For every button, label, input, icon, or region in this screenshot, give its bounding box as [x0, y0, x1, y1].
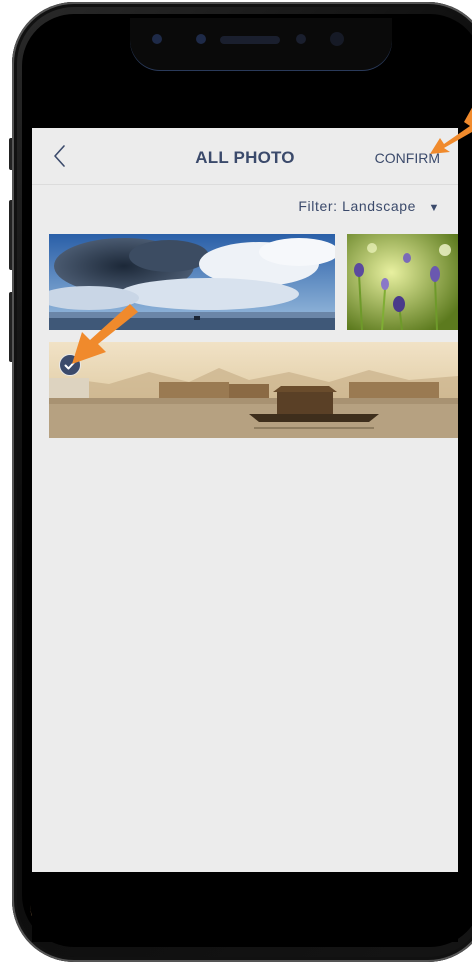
filter-label: Filter:	[298, 198, 338, 214]
front-camera-icon	[152, 34, 162, 44]
navigation-bar: ALL PHOTO CONFIRM	[32, 128, 458, 185]
flowers-image	[347, 234, 458, 330]
selected-badge[interactable]	[59, 354, 81, 376]
filter-dropdown[interactable]: Filter: Landscape ▼	[298, 198, 440, 214]
photo-thumbnail-flowers[interactable]	[347, 234, 458, 330]
phone-notch	[130, 18, 392, 70]
app-screen: ALL PHOTO CONFIRM Filter: Landscape ▼	[32, 128, 458, 872]
sensor-icon	[196, 34, 206, 44]
phone-mockup: ALL PHOTO CONFIRM Filter: Landscape ▼	[0, 0, 472, 963]
face-sensor-icon	[296, 34, 306, 44]
checkmark-icon	[64, 361, 76, 370]
photo-thumbnail-clouds[interactable]	[49, 234, 335, 330]
caret-down-icon: ▼	[428, 202, 440, 214]
earpiece-speaker	[220, 36, 280, 44]
cloudy-sky-image	[49, 234, 335, 330]
lake-houseboats-image	[49, 342, 458, 438]
proximity-sensor-icon	[330, 32, 344, 46]
photo-thumbnail-lake[interactable]	[49, 342, 458, 438]
confirm-button[interactable]: CONFIRM	[375, 150, 440, 166]
filter-value: Landscape	[342, 198, 416, 214]
home-indicator-area	[32, 872, 458, 942]
